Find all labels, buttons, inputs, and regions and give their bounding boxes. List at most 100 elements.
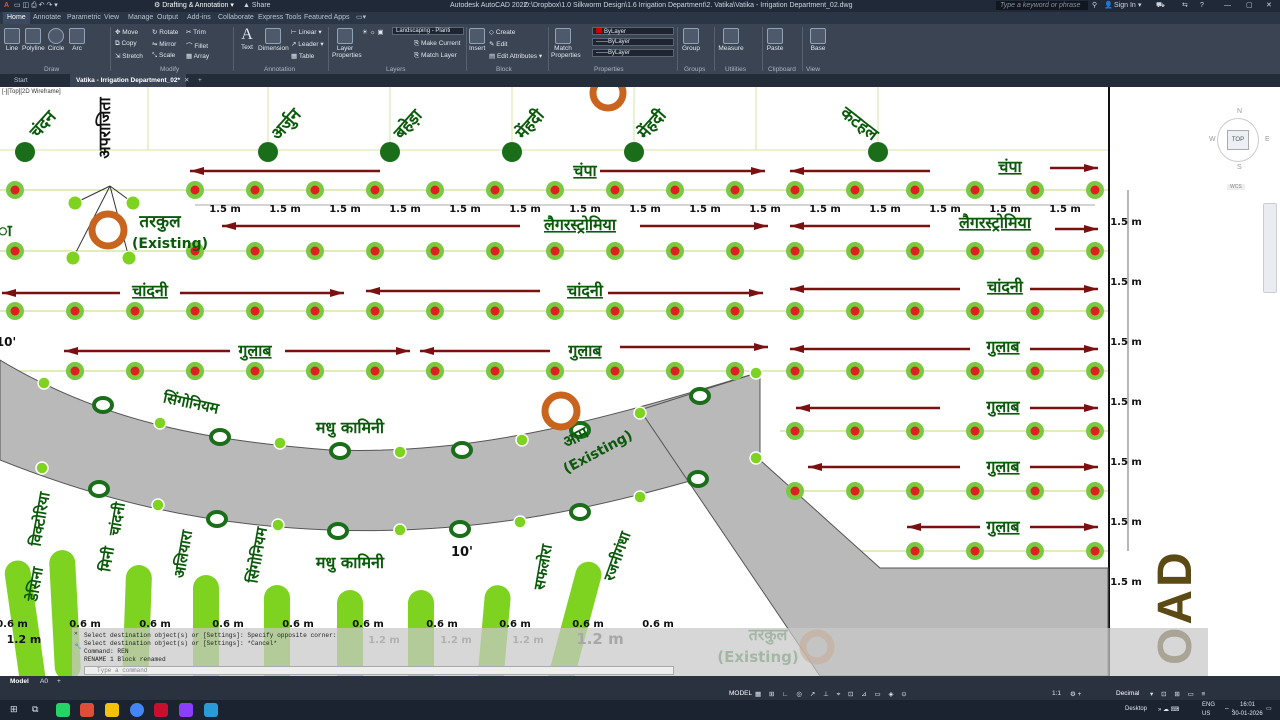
close-icon[interactable]: ✕ — [1266, 0, 1272, 12]
tab-featured-apps[interactable]: Featured Apps — [304, 12, 350, 24]
desktop-app-icon[interactable] — [204, 703, 218, 717]
new-tab-icon[interactable]: + — [198, 74, 202, 87]
tab-start[interactable]: Start — [14, 74, 28, 87]
trim-button[interactable]: ✂ Trim — [186, 28, 206, 36]
layer-properties-button[interactable]: Layer Properties — [332, 28, 362, 59]
navigation-bar[interactable] — [1263, 203, 1277, 293]
tab-collaborate[interactable]: Collaborate — [218, 12, 254, 24]
utilities-panel-label[interactable]: Utilities — [725, 66, 746, 73]
drafting-aids-icons[interactable]: ▦ ⊞ ∟ ◎ ↗ ⊥ ⌖ ⊡ ⊿ ▭ ◈ ⊙ — [755, 690, 910, 699]
base-button[interactable]: Base — [808, 28, 828, 52]
text-button[interactable]: A Text — [238, 26, 256, 51]
array-button[interactable]: ▦ Array — [186, 52, 209, 60]
drawing-svg[interactable]: चंदन अर्जुन बहेड़ा मेंहदी मेंहदी कटहल अपराजिता… — [0, 87, 1280, 676]
dimension-button[interactable]: Dimension — [258, 28, 289, 52]
settings-gear-icon[interactable]: ⚙ + — [1070, 690, 1081, 698]
line-button[interactable]: Line — [4, 28, 20, 52]
make-current-button[interactable]: ⎘ Make Current — [414, 40, 460, 48]
chrome-icon[interactable] — [130, 703, 144, 717]
layout-tab[interactable]: A0 — [40, 678, 48, 685]
units-button[interactable]: Decimal — [1116, 690, 1139, 697]
tab-express-tools[interactable]: Express Tools — [258, 12, 301, 24]
clock-time[interactable]: 16:01 — [1240, 702, 1255, 708]
tab-view[interactable]: View — [104, 12, 119, 24]
premiere-icon[interactable] — [179, 703, 193, 717]
folder-icon[interactable] — [105, 703, 119, 717]
edit-attributes-button[interactable]: ▤ Edit Attributes ▾ — [489, 52, 542, 60]
command-window[interactable]: ✕ 🔧 Select destination object(s) or [Set… — [72, 628, 1208, 676]
ribbon-toggle-icon[interactable]: ▭▾ — [356, 12, 366, 24]
clipboard-panel-label[interactable]: Clipboard — [768, 66, 796, 73]
linear-button[interactable]: ⊢ Linear ▾ — [291, 28, 322, 36]
circle-button[interactable]: Circle — [47, 28, 65, 52]
model-layout-tab[interactable]: Model — [10, 678, 29, 685]
add-layout-icon[interactable]: + — [57, 678, 61, 685]
autocad-taskbar-icon[interactable] — [154, 703, 168, 717]
group-button[interactable]: Group — [680, 28, 702, 52]
help-icon[interactable]: ? — [1200, 0, 1204, 12]
lineweight-select[interactable]: ――ByLayer — [592, 49, 674, 57]
viewport-label[interactable]: [-][Top][2D Wireframe] — [2, 89, 61, 95]
tab-annotate[interactable]: Annotate — [33, 12, 61, 24]
tab-parametric[interactable]: Parametric — [67, 12, 101, 24]
user-icon[interactable]: 👤 — [1104, 0, 1113, 12]
model-space-button[interactable]: MODEL — [729, 690, 752, 697]
sign-in-link[interactable]: Sign In — [1114, 0, 1136, 12]
compass-ring[interactable] — [1217, 118, 1259, 162]
tab-add-ins[interactable]: Add-ins — [187, 12, 211, 24]
create-block-button[interactable]: ◇ Create — [489, 28, 515, 36]
customize-command-icon[interactable]: 🔧 — [74, 642, 82, 650]
quick-access-icons[interactable]: ▭ ◫ ⎙ ↶ ↷ ▾ — [14, 0, 58, 12]
share-button[interactable]: ▲ Share — [243, 0, 271, 12]
minimize-icon[interactable]: — — [1224, 0, 1231, 12]
match-properties-button[interactable]: Match Properties — [551, 28, 581, 59]
mirror-button[interactable]: ⇋ Mirror — [152, 40, 176, 48]
draw-panel-label[interactable]: Draw — [44, 66, 59, 73]
command-input[interactable]: Type a command — [84, 666, 674, 675]
color-select[interactable]: ByLayer — [592, 27, 674, 35]
annotation-scale[interactable]: 1:1 — [1052, 690, 1061, 697]
drawing-canvas[interactable]: चंदन अर्जुन बहेड़ा मेंहदी मेंहदी कटहल अपराजिता… — [0, 87, 1280, 676]
stretch-button[interactable]: ⇲ Stretch — [115, 52, 143, 60]
wcs-menu[interactable]: WCS — [1227, 184, 1245, 190]
fillet-button[interactable]: ⌒ Fillet — [186, 40, 208, 50]
measure-button[interactable]: Measure — [718, 28, 744, 52]
edit-block-button[interactable]: ✎ Edit — [489, 40, 507, 48]
autocad-logo-icon[interactable]: A — [4, 0, 9, 12]
match-layer-button[interactable]: ⎘ Match Layer — [414, 52, 457, 60]
insert-button[interactable]: Insert — [469, 28, 485, 52]
scale-button[interactable]: ⤡ Scale — [152, 52, 175, 60]
arc-button[interactable]: Arc — [68, 28, 86, 52]
view-panel-label[interactable]: View — [806, 66, 820, 73]
modify-panel-label[interactable]: Modify — [160, 66, 179, 73]
block-panel-label[interactable]: Block — [496, 66, 512, 73]
whatsapp-icon[interactable] — [56, 703, 70, 717]
firefox-icon[interactable] — [80, 703, 94, 717]
signin-dropdown-icon[interactable]: ▾ — [1138, 0, 1142, 12]
polyline-button[interactable]: Polyline — [22, 28, 45, 52]
task-view-icon[interactable]: ⧉ — [32, 704, 38, 715]
cart-icon[interactable]: ⛟ — [1156, 0, 1165, 12]
workspace-switcher[interactable]: ⚙ Drafting & Annotation ▾ — [154, 0, 234, 12]
binoculars-icon[interactable]: ⚲ — [1092, 0, 1097, 12]
rotate-button[interactable]: ↻ Rotate — [152, 28, 178, 36]
status-tools-icons[interactable]: ▾ ⊡ ⊞ ▭ ≡ — [1150, 690, 1208, 698]
layer-select[interactable]: Landscaping - Planti — [392, 27, 464, 35]
properties-panel-label[interactable]: Properties — [594, 66, 624, 73]
language-indicator[interactable]: ENG — [1202, 702, 1215, 708]
layer-state-icons[interactable]: ☀ ☼ ▣ — [362, 28, 384, 36]
tab-drawing[interactable]: Vatika - Irrigation Department_02* — [70, 74, 187, 87]
layers-panel-label[interactable]: Layers — [386, 66, 406, 73]
copy-button[interactable]: ⧉ Copy — [115, 40, 137, 48]
close-tab-icon[interactable]: ✕ — [184, 74, 189, 87]
search-input[interactable]: Type a keyword or phrase — [996, 1, 1088, 10]
linetype-select[interactable]: ――ByLayer — [592, 38, 674, 46]
tab-home[interactable]: Home — [3, 12, 30, 24]
exchange-icon[interactable]: ⇆ — [1182, 0, 1188, 12]
tray-icons[interactable]: » ☁ ⌨ — [1158, 706, 1179, 713]
desktop-toolbar[interactable]: Desktop — [1125, 706, 1147, 712]
tab-output[interactable]: Output — [157, 12, 178, 24]
groups-panel-label[interactable]: Groups — [684, 66, 705, 73]
close-command-icon[interactable]: ✕ — [74, 630, 78, 637]
table-button[interactable]: ▦ Table — [291, 52, 314, 60]
